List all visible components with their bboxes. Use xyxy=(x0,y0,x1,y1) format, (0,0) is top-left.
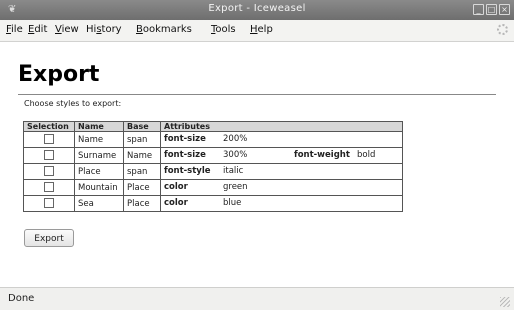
header-attributes: Attributes xyxy=(160,121,403,132)
attr-key: font-size xyxy=(164,134,206,144)
menu-file[interactable]: File xyxy=(6,24,23,35)
attr-value: bold xyxy=(357,150,376,160)
export-button[interactable]: Export xyxy=(24,229,74,247)
attr-value: 300% xyxy=(223,150,248,160)
menu-bar: File Edit View History Bookmarks Tools H… xyxy=(0,20,514,42)
style-name: Surname xyxy=(74,147,124,164)
page-title: Export xyxy=(18,62,100,87)
header-base: Base xyxy=(123,121,161,132)
attr-value: blue xyxy=(223,198,242,208)
select-checkbox[interactable] xyxy=(44,198,54,209)
title-bar: ❦ Export - Iceweasel _ □ × xyxy=(0,0,514,20)
table-row: Mountain Place color green xyxy=(23,179,403,196)
close-button[interactable]: × xyxy=(499,4,510,15)
menu-edit[interactable]: Edit xyxy=(28,24,47,35)
header-selection: Selection xyxy=(23,121,75,132)
header-name: Name xyxy=(74,121,124,132)
menu-bookmarks[interactable]: Bookmarks xyxy=(136,24,192,35)
minimize-button[interactable]: _ xyxy=(473,4,484,15)
style-name: Place xyxy=(74,163,124,180)
page-content: Export Choose styles to export: Selectio… xyxy=(0,42,514,287)
status-bar: Done xyxy=(0,287,514,310)
attr-key: color xyxy=(164,182,188,192)
table-row: Place span font-style italic xyxy=(23,163,403,180)
attr-value: italic xyxy=(223,166,244,176)
attr-key: font-size xyxy=(164,150,206,160)
select-checkbox[interactable] xyxy=(44,166,54,177)
style-base: Name xyxy=(123,147,161,164)
table-row: Surname Name font-size 300% font-weight … xyxy=(23,147,403,164)
attr-key: color xyxy=(164,198,188,208)
menu-history[interactable]: History xyxy=(86,24,122,35)
style-base: Place xyxy=(123,179,161,196)
style-base: span xyxy=(123,131,161,148)
attr-value: 200% xyxy=(223,134,248,144)
maximize-button[interactable]: □ xyxy=(486,4,497,15)
menu-view[interactable]: View xyxy=(55,24,79,35)
attr-key: font-weight xyxy=(294,150,350,160)
menu-tools[interactable]: Tools xyxy=(211,24,236,35)
attr-value: green xyxy=(223,182,248,192)
window-title: Export - Iceweasel xyxy=(208,3,306,14)
table-row: Sea Place color blue xyxy=(23,195,403,212)
style-base: span xyxy=(123,163,161,180)
instruction-text: Choose styles to export: xyxy=(24,99,122,108)
table-header-row: Selection Name Base Attributes xyxy=(23,121,403,132)
status-text: Done xyxy=(8,293,35,304)
style-base: Place xyxy=(123,195,161,212)
select-checkbox[interactable] xyxy=(44,134,54,145)
style-name: Mountain xyxy=(74,179,124,196)
title-divider xyxy=(18,94,496,95)
throbber-icon xyxy=(497,24,508,35)
resize-grip-icon[interactable] xyxy=(500,297,510,307)
styles-table: Selection Name Base Attributes Name span… xyxy=(23,121,403,212)
attr-key: font-style xyxy=(164,166,211,176)
style-name: Name xyxy=(74,131,124,148)
select-checkbox[interactable] xyxy=(44,150,54,161)
menu-help[interactable]: Help xyxy=(250,24,273,35)
table-row: Name span font-size 200% xyxy=(23,131,403,148)
select-checkbox[interactable] xyxy=(44,182,54,193)
style-name: Sea xyxy=(74,195,124,212)
